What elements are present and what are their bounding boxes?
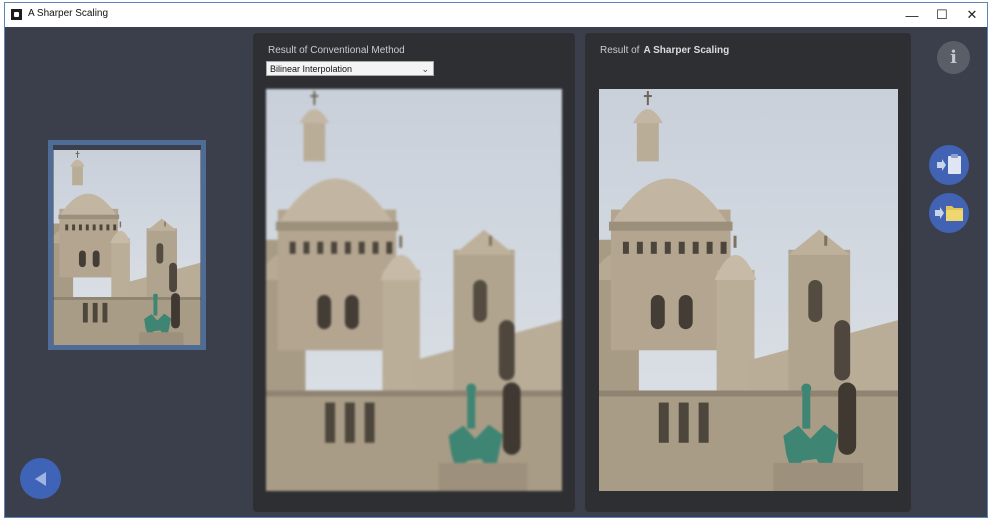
sharper-result-panel: Result of A Sharper Scaling [585,33,911,512]
conventional-result-image [266,89,562,491]
conventional-result-panel: Result of Conventional Method Bilinear I… [253,33,575,512]
window-title: A Sharper Scaling [28,8,109,19]
title-bar: A Sharper Scaling — ☐ ✕ [5,3,987,27]
back-arrow-icon [34,471,46,486]
info-button[interactable]: i [937,41,970,74]
zoom-selection-frame[interactable] [48,140,206,350]
method-select-value: Bilinear Interpolation [270,64,353,74]
copy-to-clipboard-button[interactable] [929,145,969,185]
back-button[interactable] [20,458,61,499]
conventional-panel-title: Result of Conventional Method [268,45,405,56]
main-content: Result of Conventional Method Bilinear I… [5,27,987,517]
save-to-folder-button[interactable] [929,193,969,233]
folder-arrow-icon [935,206,963,221]
sharper-title-prefix: Result of [600,45,640,56]
close-button[interactable]: ✕ [957,3,987,27]
maximize-button[interactable]: ☐ [927,3,957,27]
app-icon [11,9,22,20]
chevron-down-icon: ⌄ [421,64,429,74]
sharper-title-emphasis: A Sharper Scaling [643,45,730,56]
minimize-button[interactable]: — [897,3,927,27]
method-select[interactable]: Bilinear Interpolation ⌄ [266,61,434,76]
clipboard-arrow-icon [937,154,961,174]
sharper-result-image [599,89,898,491]
sharper-panel-title: Result of A Sharper Scaling [600,45,729,56]
app-window: A Sharper Scaling — ☐ ✕ Result of Conven… [4,2,988,518]
info-icon: i [950,47,957,68]
